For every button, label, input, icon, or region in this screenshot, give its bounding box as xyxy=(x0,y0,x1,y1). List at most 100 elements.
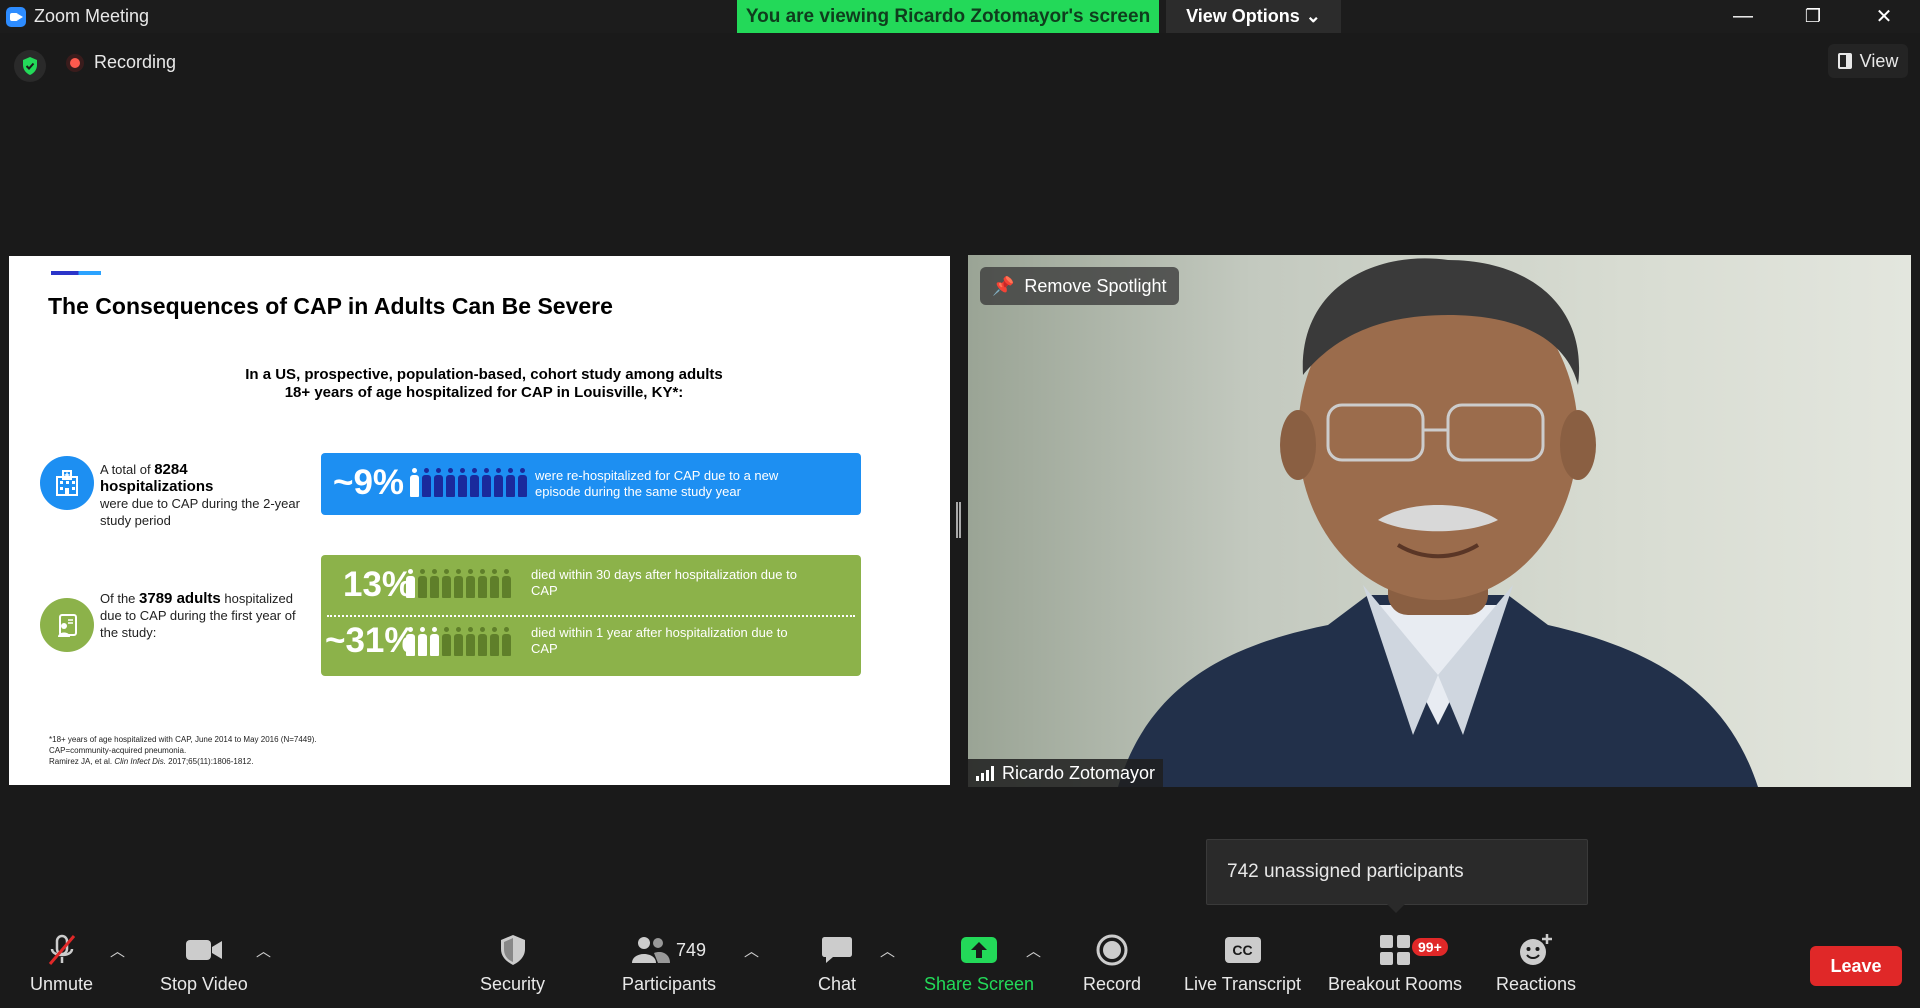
unmute-label: Unmute xyxy=(30,974,94,994)
leave-button[interactable]: Leave xyxy=(1810,946,1902,986)
person-icon xyxy=(409,468,420,498)
view-layout-icon xyxy=(1837,53,1852,69)
stat2-percent: 13% xyxy=(343,565,414,604)
security-label: Security xyxy=(480,974,546,994)
recording-dot-icon xyxy=(66,53,84,72)
adults-text: Of the 3789 adults hospitalized due to C… xyxy=(100,590,300,641)
stat2-text: died within 30 days after hospitalizatio… xyxy=(531,567,797,598)
recording-label: Recording xyxy=(94,52,177,72)
stat3-people-icons xyxy=(405,627,512,657)
security-button[interactable]: Security xyxy=(480,932,545,995)
record-button[interactable]: Record xyxy=(1083,932,1141,995)
slide-accent-bar xyxy=(51,271,101,275)
stat3-text: died within 1 year after hospitalization… xyxy=(531,625,788,656)
video-options-caret-icon[interactable]: ︿ xyxy=(256,940,271,961)
participants-caret-icon[interactable]: ︿ xyxy=(744,940,759,961)
reactions-button[interactable]: Reactions xyxy=(1496,932,1576,995)
person-icon xyxy=(417,627,428,657)
patient-document-icon xyxy=(40,598,94,652)
close-button[interactable]: ✕ xyxy=(1855,0,1913,33)
pane-splitter-handle[interactable] xyxy=(956,502,961,538)
person-icon xyxy=(493,468,504,498)
viewing-banner: You are viewing Ricardo Zotomayor's scre… xyxy=(737,0,1159,33)
person-icon xyxy=(429,627,440,657)
remove-spotlight-label: Remove Spotlight xyxy=(1024,275,1167,296)
hospital-icon xyxy=(40,456,94,510)
stat1-text: were re-hospitalized for CAP due to a ne… xyxy=(535,468,779,499)
person-icon xyxy=(433,468,444,498)
live-transcript-button[interactable]: CC Live Transcript xyxy=(1184,932,1301,995)
view-options-button[interactable]: View Options ⌄ xyxy=(1166,0,1341,33)
share-screen-button[interactable]: Share Screen xyxy=(924,932,1034,995)
person-icon xyxy=(517,468,528,498)
person-icon xyxy=(465,569,476,599)
speaker-video-image xyxy=(1118,258,1758,787)
stat2-people-icons xyxy=(405,569,512,599)
breakout-count-badge: 99+ xyxy=(1412,938,1448,956)
pin-icon: 📌 xyxy=(992,275,1015,296)
hospitalizations-text: A total of 8284 hospitalizations were du… xyxy=(100,461,300,529)
person-icon xyxy=(505,468,516,498)
breakout-rooms-label: Breakout Rooms xyxy=(1328,974,1463,994)
person-icon xyxy=(405,627,416,657)
person-icon xyxy=(465,627,476,657)
stat3-percent: ~31% xyxy=(325,621,416,660)
block2-bold: 3789 adults xyxy=(139,590,221,607)
share-arrow-icon xyxy=(960,932,998,968)
signal-strength-icon xyxy=(976,765,994,781)
slide-subtitle-line1: In a US, prospective, population-based, … xyxy=(245,366,723,383)
slide-subtitle: In a US, prospective, population-based, … xyxy=(169,366,799,402)
shield-icon xyxy=(499,932,527,968)
footnote-line3: Ramirez JA, et al. Clin Infect Dis. 2017… xyxy=(49,757,254,766)
restore-button[interactable]: ❐ xyxy=(1784,0,1842,33)
block1-prefix: A total of xyxy=(100,462,155,477)
title-bar: Zoom Meeting You are viewing Ricardo Zot… xyxy=(0,0,1920,33)
record-icon xyxy=(1096,932,1128,968)
window-title: Zoom Meeting xyxy=(34,6,150,26)
stop-video-button[interactable]: Stop Video xyxy=(160,932,248,995)
chat-button[interactable]: Chat xyxy=(818,932,856,995)
view-button[interactable]: View xyxy=(1828,44,1908,78)
view-label: View xyxy=(1859,50,1899,71)
person-icon xyxy=(417,569,428,599)
breakout-grid-icon xyxy=(1379,932,1411,968)
footnote-line1: *18+ years of age hospitalized with CAP,… xyxy=(49,735,317,744)
person-icon xyxy=(429,569,440,599)
person-icon xyxy=(421,468,432,498)
recording-indicator[interactable]: Recording xyxy=(66,52,176,73)
participant-name: Ricardo Zotomayor xyxy=(1002,762,1156,783)
stat1-people-icons xyxy=(409,468,528,498)
participants-button[interactable]: 749 Participants xyxy=(622,932,716,995)
slide-footnote: *18+ years of age hospitalized with CAP,… xyxy=(49,734,317,767)
reactions-label: Reactions xyxy=(1496,974,1577,994)
smiley-plus-icon xyxy=(1518,932,1554,968)
person-icon xyxy=(441,569,452,599)
stat1-percent: ~9% xyxy=(333,463,405,502)
rehospitalized-stat-box: ~9% were re-hospitalized for CAP due to … xyxy=(321,453,861,515)
people-icon xyxy=(632,937,670,963)
person-icon xyxy=(457,468,468,498)
audio-options-caret-icon[interactable]: ︿ xyxy=(110,940,125,961)
person-icon xyxy=(441,627,452,657)
remove-spotlight-button[interactable]: 📌 Remove Spotlight xyxy=(980,267,1179,305)
share-caret-icon[interactable]: ︿ xyxy=(1026,940,1041,961)
person-icon xyxy=(453,627,464,657)
unmute-button[interactable]: Unmute xyxy=(30,932,93,995)
meeting-toolbar: Unmute ︿ Stop Video ︿ Security 749 Parti… xyxy=(0,918,1920,1008)
person-icon xyxy=(445,468,456,498)
record-label: Record xyxy=(1083,974,1142,994)
person-icon xyxy=(453,569,464,599)
participant-name-tag: Ricardo Zotomayor xyxy=(968,759,1164,787)
person-icon xyxy=(469,468,480,498)
slide-subtitle-line2: 18+ years of age hospitalized for CAP in… xyxy=(284,384,684,401)
person-icon xyxy=(481,468,492,498)
minimize-button[interactable]: — xyxy=(1714,0,1772,33)
slide-title: The Consequences of CAP in Adults Can Be… xyxy=(48,293,613,319)
chat-caret-icon[interactable]: ︿ xyxy=(880,940,895,961)
speaker-video-tile: 📌 Remove Spotlight Ricardo Zotomayor xyxy=(968,255,1911,787)
window-title-group: Zoom Meeting xyxy=(6,6,149,27)
muted-mic-icon xyxy=(45,932,79,968)
encryption-shield-button[interactable] xyxy=(14,50,46,82)
person-icon xyxy=(477,627,488,657)
stop-video-label: Stop Video xyxy=(160,974,248,994)
